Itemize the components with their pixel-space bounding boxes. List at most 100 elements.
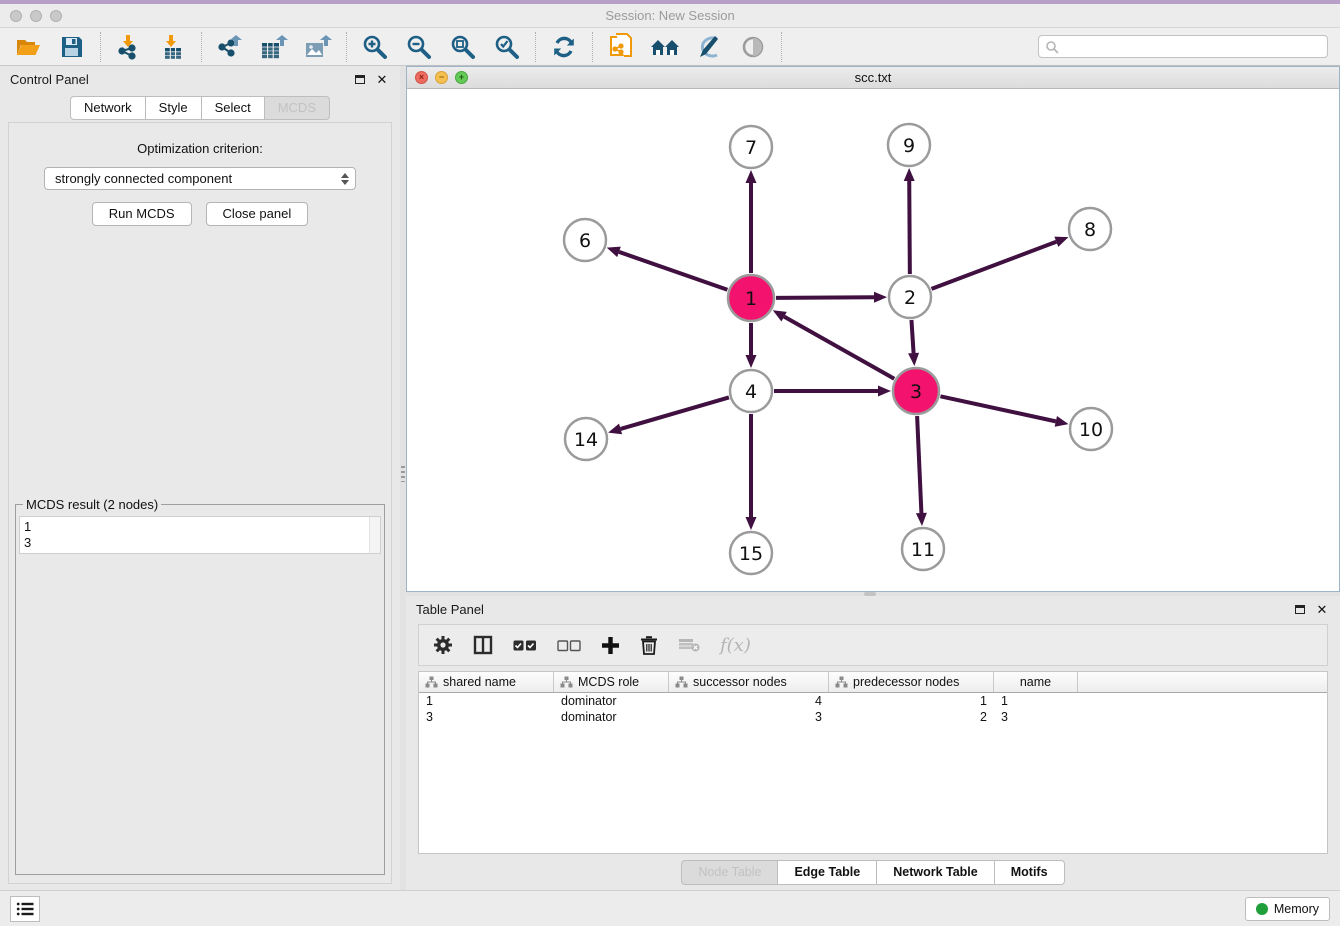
column-header-name[interactable]: name <box>994 672 1078 692</box>
graph-edge-1-2[interactable] <box>776 297 874 298</box>
table-panel-close-button[interactable]: ✕ <box>1314 601 1330 617</box>
network-window-title: scc.txt <box>407 70 1339 85</box>
table-row[interactable]: 1dominator411 <box>419 693 1327 709</box>
home-first-neighbors-button[interactable] <box>649 32 681 62</box>
table-cell[interactable]: 3 <box>669 710 829 724</box>
tab-mcds[interactable]: MCDS <box>265 96 330 120</box>
graph-edge-4-14[interactable] <box>621 397 729 429</box>
vertical-splitter[interactable] <box>400 66 406 890</box>
save-floppy-icon <box>60 35 84 59</box>
create-column-button[interactable] <box>601 636 620 655</box>
float-icon <box>355 75 365 84</box>
tab-network[interactable]: Network <box>70 96 146 120</box>
import-network-icon <box>116 34 142 60</box>
refresh-layout-button[interactable] <box>548 32 580 62</box>
deselect-all-columns-button[interactable] <box>557 639 581 652</box>
task-history-button[interactable] <box>10 896 40 922</box>
select-all-columns-button[interactable] <box>513 639 537 652</box>
graph-node-label-9: 9 <box>903 135 915 157</box>
graph-edge-1-6[interactable] <box>619 252 727 290</box>
table-panel-float-button[interactable] <box>1292 601 1308 617</box>
copy-network-button[interactable] <box>605 32 637 62</box>
network-window-titlebar[interactable]: × − + scc.txt <box>407 67 1339 89</box>
tab-select[interactable]: Select <box>202 96 265 120</box>
close-panel-button[interactable]: Close panel <box>206 202 309 226</box>
delete-table-disabled-icon <box>678 637 700 653</box>
application-window: Session: New Session <box>0 0 1340 926</box>
table-cell[interactable]: 3 <box>994 710 1078 724</box>
splitter-grip-icon <box>864 592 876 596</box>
column-header-label: predecessor nodes <box>853 675 959 689</box>
export-network-button[interactable] <box>214 32 246 62</box>
save-session-button[interactable] <box>56 32 88 62</box>
zoom-in-button[interactable] <box>359 32 391 62</box>
import-network-button[interactable] <box>113 32 145 62</box>
graph-edge-3-10[interactable] <box>940 396 1055 421</box>
graph-edge-2-9[interactable] <box>909 181 910 274</box>
table-cell[interactable]: 1 <box>419 694 554 708</box>
mcds-result-list[interactable]: 1 3 <box>20 517 369 553</box>
graph-node-label-6: 6 <box>579 230 591 252</box>
table-cell[interactable]: 2 <box>829 710 994 724</box>
zoom-out-icon <box>406 34 432 60</box>
app-title: Session: New Session <box>0 8 1340 23</box>
copy-network-icon <box>608 33 634 61</box>
export-network-icon <box>217 34 243 60</box>
splitter-grip-icon <box>401 466 405 482</box>
columns-icon <box>473 635 493 655</box>
graph-edge-2-3[interactable] <box>911 320 913 353</box>
show-columns-button[interactable] <box>473 635 493 655</box>
graph-node-label-2: 2 <box>904 287 916 309</box>
zoom-selected-button[interactable] <box>491 32 523 62</box>
export-image-button[interactable] <box>302 32 334 62</box>
table-tab-motifs[interactable]: Motifs <box>995 860 1065 885</box>
zoom-fit-button[interactable] <box>447 32 479 62</box>
table-cell[interactable]: 1 <box>994 694 1078 708</box>
home-icon <box>650 35 680 59</box>
table-toolbar: f(x) <box>418 624 1328 666</box>
table-cell[interactable]: 3 <box>419 710 554 724</box>
control-panel-close-button[interactable]: ✕ <box>374 71 390 87</box>
export-table-button[interactable] <box>258 32 290 62</box>
import-table-button[interactable] <box>157 32 189 62</box>
table-cell[interactable]: dominator <box>554 710 669 724</box>
graph-edge-2-8[interactable] <box>932 242 1057 289</box>
result-scrollbar[interactable] <box>369 517 380 553</box>
graph-node-label-11: 11 <box>911 539 935 561</box>
tab-style[interactable]: Style <box>146 96 202 120</box>
graph-edge-3-1[interactable] <box>784 317 894 379</box>
column-header-shared-name[interactable]: shared name <box>419 672 554 692</box>
network-search-input[interactable] <box>1038 35 1328 58</box>
criterion-dropdown[interactable]: strongly connected component <box>44 167 356 190</box>
open-session-button[interactable] <box>12 32 44 62</box>
column-header-successor-nodes[interactable]: successor nodes <box>669 672 829 692</box>
graph-edge-3-11[interactable] <box>917 416 921 513</box>
style-brush-icon <box>696 34 722 60</box>
column-type-icon <box>560 676 573 688</box>
memory-button[interactable]: Memory <box>1245 897 1330 921</box>
control-panel-float-button[interactable] <box>352 71 368 87</box>
control-panel-title: Control Panel <box>10 72 89 87</box>
delete-columns-button[interactable] <box>640 635 658 655</box>
table-row[interactable]: 3dominator323 <box>419 709 1327 725</box>
search-icon <box>1045 40 1059 54</box>
column-header-MCDS-role[interactable]: MCDS role <box>554 672 669 692</box>
table-tab-node-table[interactable]: Node Table <box>681 860 778 885</box>
network-view-window: × − + scc.txt 7968124314101511 <box>406 66 1340 592</box>
graph-arrowhead-2-3 <box>908 353 919 366</box>
network-canvas[interactable]: 7968124314101511 <box>407 89 1339 591</box>
column-settings-button[interactable] <box>433 635 453 655</box>
horizontal-splitter[interactable] <box>406 592 1340 596</box>
run-mcds-button[interactable]: Run MCDS <box>92 202 192 226</box>
table-cell[interactable]: dominator <box>554 694 669 708</box>
control-panel-tabs: NetworkStyleSelectMCDS <box>0 96 400 120</box>
style-brush-button[interactable] <box>693 32 725 62</box>
table-tab-edge-table[interactable]: Edge Table <box>778 860 877 885</box>
column-header-label: name <box>1020 675 1051 689</box>
task-list-icon <box>16 901 34 917</box>
column-header-predecessor-nodes[interactable]: predecessor nodes <box>829 672 994 692</box>
table-cell[interactable]: 4 <box>669 694 829 708</box>
table-cell[interactable]: 1 <box>829 694 994 708</box>
zoom-out-button[interactable] <box>403 32 435 62</box>
table-tab-network-table[interactable]: Network Table <box>877 860 995 885</box>
